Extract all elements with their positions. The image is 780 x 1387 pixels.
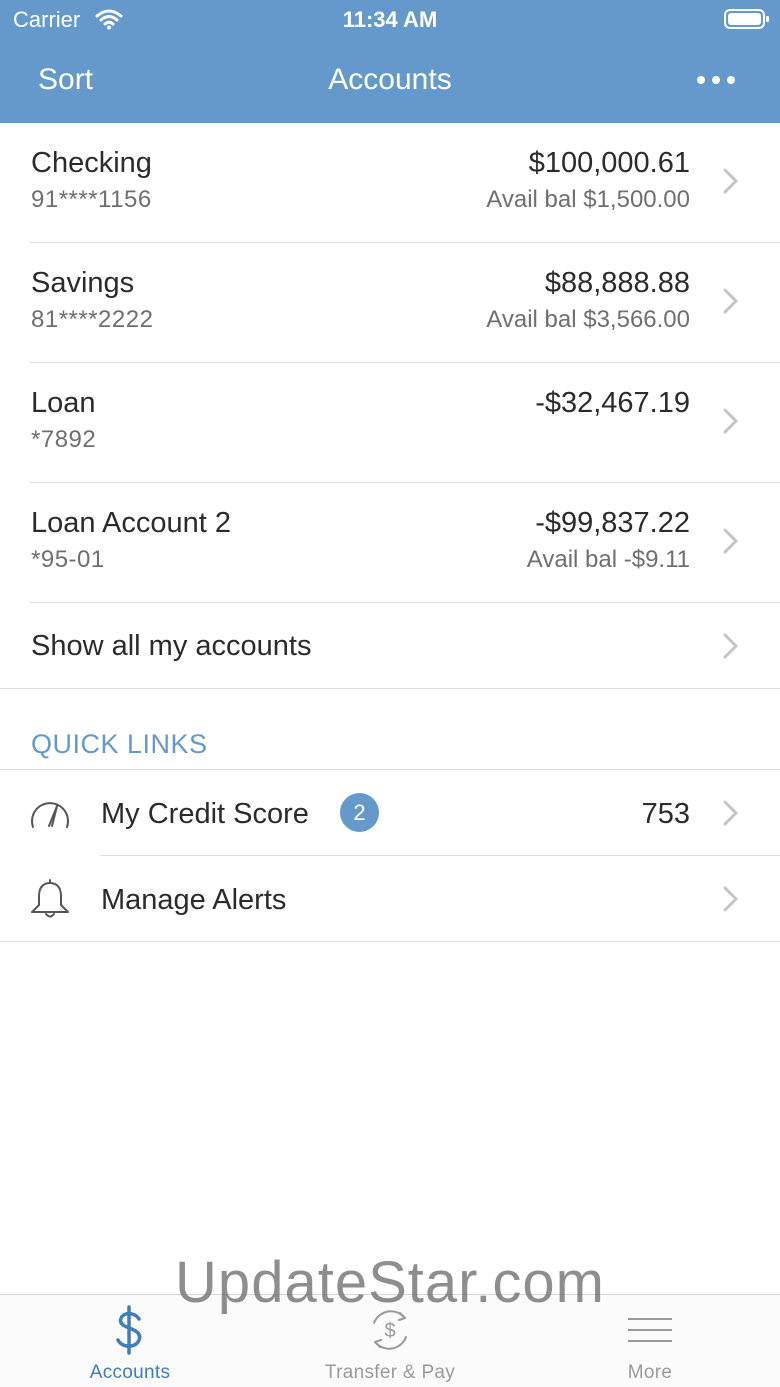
tab-label: Transfer & Pay: [324, 1362, 456, 1383]
account-name: Loan Account 2: [31, 507, 231, 539]
svg-text:$: $: [384, 1320, 395, 1342]
chevron-right-icon: [723, 408, 738, 434]
tab-accounts[interactable]: Accounts: [0, 1295, 260, 1387]
chevron-right-icon: [723, 800, 738, 826]
battery-icon: [724, 9, 769, 29]
chevron-right-icon: [723, 528, 738, 554]
show-all-accounts-row[interactable]: Show all my accounts: [0, 603, 780, 689]
menu-icon: [628, 1318, 672, 1342]
transfer-dollar-icon: $: [373, 1310, 407, 1350]
quick-link-label: My Credit Score: [101, 798, 309, 830]
accounts-screen: Carrier 11:34 AM Sort Accounts Checking …: [0, 0, 780, 1387]
tab-transfer-pay[interactable]: $ Transfer & Pay: [260, 1295, 520, 1387]
account-row-loan-account-2[interactable]: Loan Account 2 *95-01 -$99,837.22 Avail …: [0, 483, 780, 603]
account-name: Savings: [31, 267, 135, 299]
ellipsis-icon[interactable]: [695, 70, 737, 90]
quick-link-label: Manage Alerts: [101, 884, 287, 916]
account-balance: -$99,837.22: [535, 507, 690, 539]
chevron-right-icon: [723, 633, 738, 659]
header: Carrier 11:34 AM Sort Accounts: [0, 0, 780, 123]
tab-label: More: [627, 1362, 673, 1383]
status-time: 11:34 AM: [342, 7, 438, 32]
gauge-icon: [31, 802, 69, 828]
accounts-list: Checking 91****1156 $100,000.61 Avail ba…: [0, 123, 780, 689]
account-number: *95-01: [31, 546, 105, 573]
account-name: Checking: [31, 147, 152, 179]
account-balance: $88,888.88: [544, 267, 690, 299]
tab-bar: Accounts $ Transfer & Pay More: [0, 1294, 780, 1387]
dollar-icon: [116, 1305, 142, 1355]
account-row-loan[interactable]: Loan *7892 -$32,467.19: [0, 363, 780, 483]
account-available-balance: Avail bal $3,566.00: [486, 306, 690, 333]
account-number: 81****2222: [31, 306, 154, 333]
tab-label: Accounts: [89, 1362, 171, 1383]
account-available-balance: Avail bal $1,500.00: [486, 186, 690, 213]
credit-score-value: 753: [641, 798, 690, 830]
show-all-accounts-label: Show all my accounts: [31, 630, 312, 662]
account-number: 91****1156: [31, 186, 152, 213]
account-balance: $100,000.61: [528, 147, 690, 179]
bell-icon: [31, 879, 69, 918]
quick-link-manage-alerts[interactable]: Manage Alerts: [0, 856, 780, 942]
quick-links-list: My Credit Score 2 753 Manage Alerts: [0, 769, 780, 942]
account-name: Loan: [31, 387, 96, 419]
quick-link-credit-score[interactable]: My Credit Score 2 753: [0, 770, 780, 856]
quick-links-title: QUICK LINKS: [31, 729, 208, 759]
chevron-right-icon: [723, 168, 738, 194]
page-title: Accounts: [328, 63, 452, 96]
tab-more[interactable]: More: [520, 1295, 780, 1387]
sort-button[interactable]: Sort: [38, 60, 93, 100]
account-balance: -$32,467.19: [535, 387, 690, 419]
account-number: *7892: [31, 426, 97, 453]
notification-badge: 2: [340, 793, 379, 832]
account-available-balance: Avail bal -$9.11: [526, 546, 690, 573]
account-row-savings[interactable]: Savings 81****2222 $88,888.88 Avail bal …: [0, 243, 780, 363]
account-row-checking[interactable]: Checking 91****1156 $100,000.61 Avail ba…: [0, 123, 780, 243]
chevron-right-icon: [723, 886, 738, 912]
chevron-right-icon: [723, 288, 738, 314]
